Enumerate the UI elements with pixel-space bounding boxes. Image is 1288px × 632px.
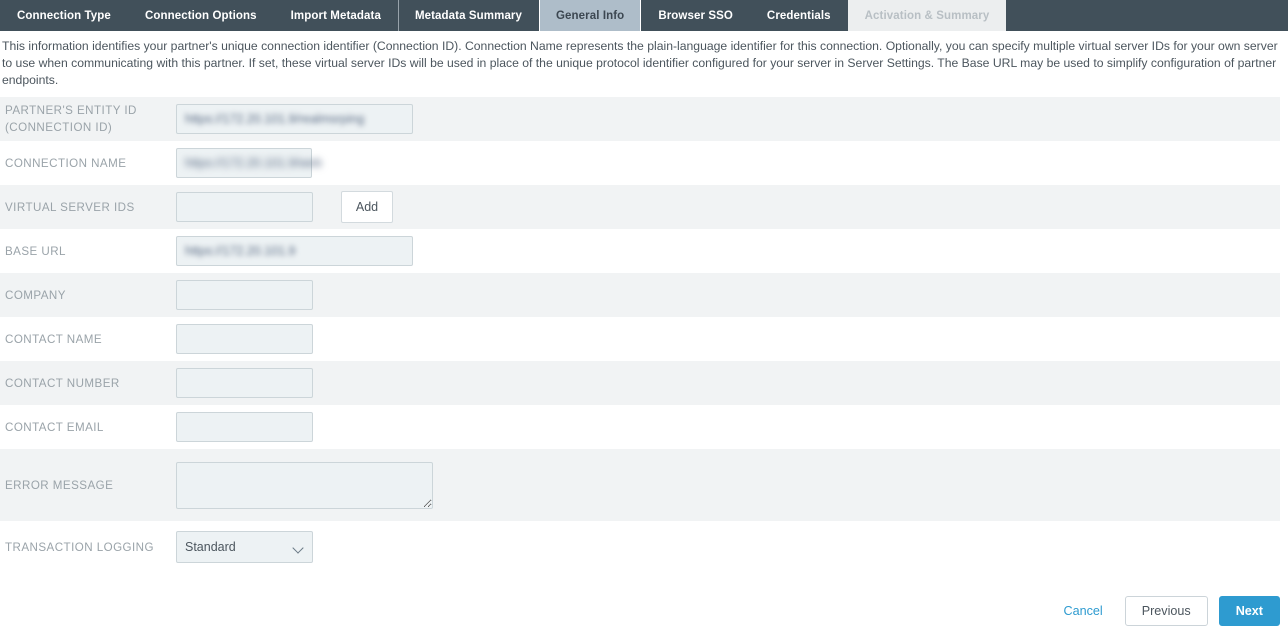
- control-virtual-server-ids: Add: [176, 191, 1280, 223]
- control-base-url: https://172.20.101.9: [176, 236, 1280, 266]
- tab-general-info[interactable]: General Info: [539, 0, 642, 31]
- label-company: COMPANY: [5, 288, 66, 302]
- transaction-logging-select-wrap: NoneStandardEnhancedFull: [176, 531, 313, 563]
- base-url-input[interactable]: [176, 236, 413, 266]
- tab-connection-options[interactable]: Connection Options: [128, 0, 274, 31]
- tab-activation-summary: Activation & Summary: [847, 0, 1007, 31]
- entity-id-field-wrap: https://172.20.101.9/realmsrping: [176, 104, 413, 134]
- form-row-company: COMPANY: [0, 273, 1280, 317]
- label-contact-name: CONTACT NAME: [5, 332, 103, 346]
- contact-email-input[interactable]: [176, 412, 313, 442]
- form-row-entity-id: PARTNER'S ENTITY ID (CONNECTION ID) http…: [0, 97, 1280, 141]
- connection-name-input[interactable]: [176, 148, 312, 178]
- control-contact-email: [176, 412, 1280, 442]
- control-contact-number: [176, 368, 1280, 398]
- general-info-form: PARTNER'S ENTITY ID (CONNECTION ID) http…: [0, 97, 1288, 573]
- previous-button[interactable]: Previous: [1124, 596, 1208, 626]
- label-virtual-server-ids: VIRTUAL SERVER IDS: [5, 200, 135, 214]
- form-row-virtual-server-ids: VIRTUAL SERVER IDS Add: [0, 185, 1280, 229]
- control-connection-name: https://172.20.101.9/web: [176, 148, 1280, 178]
- entity-id-input[interactable]: [176, 104, 413, 134]
- form-row-contact-name: CONTACT NAME: [0, 317, 1280, 361]
- tab-import-metadata[interactable]: Import Metadata: [274, 0, 398, 31]
- page-description: This information identifies your partner…: [2, 39, 1278, 87]
- control-transaction-logging: NoneStandardEnhancedFull: [176, 531, 1280, 563]
- form-row-base-url: BASE URL https://172.20.101.9: [0, 229, 1280, 273]
- label-contact-number: CONTACT NUMBER: [5, 376, 120, 390]
- label-error-message: ERROR MESSAGE: [5, 478, 114, 492]
- contact-number-input[interactable]: [176, 368, 313, 398]
- next-button[interactable]: Next: [1218, 596, 1280, 626]
- control-error-message: [176, 461, 1280, 509]
- tab-connection-type[interactable]: Connection Type: [0, 0, 128, 31]
- tab-metadata-summary[interactable]: Metadata Summary: [397, 0, 539, 31]
- contact-name-input[interactable]: [176, 324, 313, 354]
- label-entity-id-line1: PARTNER'S ENTITY ID: [5, 104, 137, 117]
- cancel-link[interactable]: Cancel: [1064, 604, 1103, 618]
- form-row-error-message: ERROR MESSAGE: [0, 449, 1280, 521]
- tab-browser-sso[interactable]: Browser SSO: [641, 0, 750, 31]
- label-connection-name: CONNECTION NAME: [5, 156, 127, 170]
- control-contact-name: [176, 324, 1280, 354]
- label-entity-id: PARTNER'S ENTITY ID (CONNECTION ID): [0, 102, 176, 136]
- error-message-textarea[interactable]: [176, 461, 433, 509]
- form-row-contact-email: CONTACT EMAIL: [0, 405, 1280, 449]
- form-row-contact-number: CONTACT NUMBER: [0, 361, 1280, 405]
- wizard-tab-bar: Connection Type Connection Options Impor…: [0, 0, 1288, 31]
- control-entity-id: https://172.20.101.9/realmsrping: [176, 104, 1280, 134]
- tab-credentials[interactable]: Credentials: [750, 0, 848, 31]
- company-input[interactable]: [176, 280, 313, 310]
- virtual-server-ids-input[interactable]: [176, 192, 313, 222]
- form-row-transaction-logging: TRANSACTION LOGGING NoneStandardEnhanced…: [0, 521, 1280, 573]
- control-company: [176, 280, 1280, 310]
- form-row-connection-name: CONNECTION NAME https://172.20.101.9/web: [0, 141, 1280, 185]
- base-url-field-wrap: https://172.20.101.9: [176, 236, 413, 266]
- label-contact-email: CONTACT EMAIL: [5, 420, 104, 434]
- wizard-footer: Cancel Previous Next: [1064, 596, 1280, 626]
- connection-name-field-wrap: https://172.20.101.9/web: [176, 148, 322, 178]
- label-entity-id-line2: (CONNECTION ID): [5, 121, 113, 134]
- transaction-logging-select[interactable]: NoneStandardEnhancedFull: [176, 531, 313, 563]
- label-transaction-logging: TRANSACTION LOGGING: [5, 540, 154, 554]
- add-virtual-server-id-button[interactable]: Add: [341, 191, 393, 223]
- label-base-url: BASE URL: [5, 244, 66, 258]
